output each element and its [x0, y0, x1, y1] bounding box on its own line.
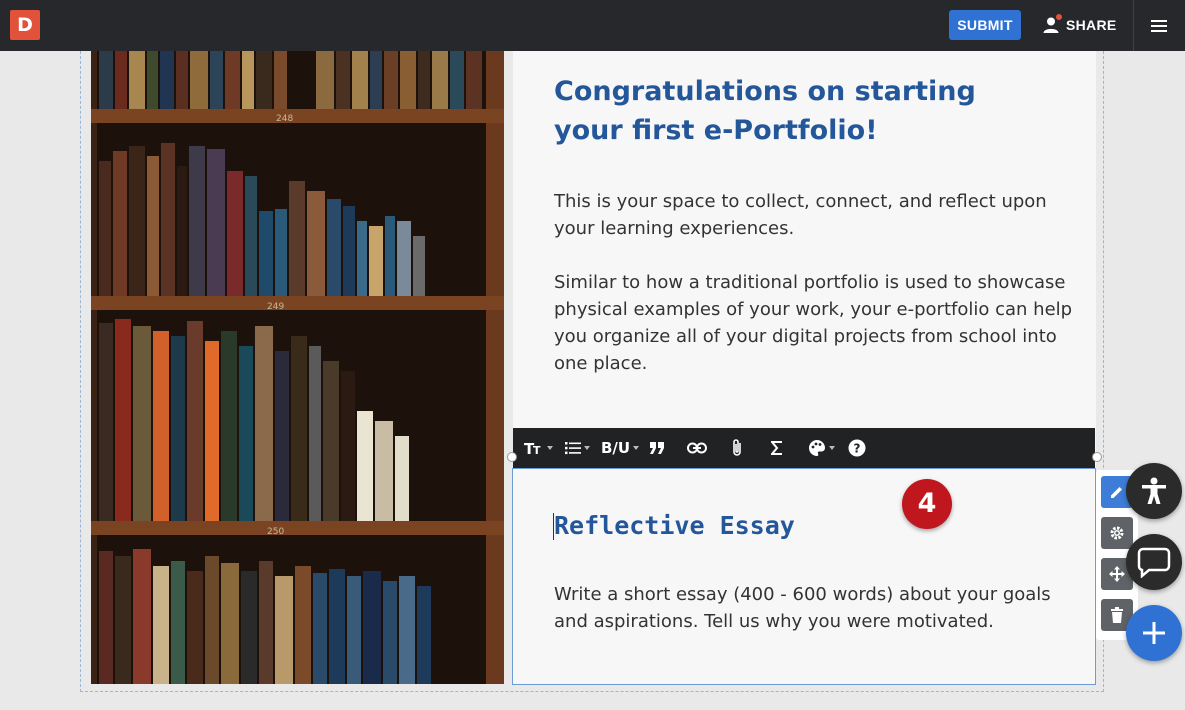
bookshelf-image: 248 249 250	[91, 51, 504, 684]
attachment-icon[interactable]	[731, 428, 743, 468]
resize-handle-left[interactable]	[507, 452, 517, 462]
bold-underline-label: B/U	[601, 439, 631, 457]
svg-text:250: 250	[267, 527, 284, 537]
editor-toolbar: TT B/U ?	[513, 428, 1095, 468]
person-icon	[1042, 14, 1062, 34]
chat-icon[interactable]	[1126, 534, 1182, 590]
add-plus-icon[interactable]	[1126, 605, 1182, 661]
topbar-divider	[1133, 0, 1134, 51]
app-logo[interactable]: D	[10, 10, 40, 40]
bold-underline-icon[interactable]: B/U	[601, 428, 640, 468]
intro-paragraph-2: Similar to how a traditional portfolio i…	[554, 272, 1073, 374]
help-icon[interactable]: ?	[848, 428, 866, 468]
quote-icon[interactable]	[650, 428, 664, 468]
essay-edit-block[interactable]	[512, 468, 1096, 685]
step-badge: 4	[902, 479, 952, 529]
color-palette-icon[interactable]	[808, 428, 835, 468]
intro-heading: Congratulations on starting your first e…	[554, 76, 976, 146]
submit-button[interactable]: SUBMIT	[949, 10, 1021, 40]
svg-text:?: ?	[854, 442, 861, 456]
link-icon[interactable]	[687, 428, 707, 468]
text-size-icon[interactable]: TT	[524, 428, 553, 468]
svg-text:T: T	[533, 444, 541, 456]
notification-dot	[1056, 14, 1062, 20]
sigma-equation-icon[interactable]	[771, 428, 783, 468]
list-icon[interactable]	[565, 428, 590, 468]
svg-text:248: 248	[276, 114, 293, 124]
share-button[interactable]: SHARE	[1042, 10, 1117, 40]
intro-paragraph-1: This is your space to collect, connect, …	[554, 191, 1047, 239]
settings-gear-icon[interactable]	[1101, 517, 1133, 549]
svg-text:249: 249	[267, 302, 284, 312]
resize-handle-right[interactable]	[1092, 452, 1102, 462]
essay-body[interactable]: Write a short essay (400 - 600 words) ab…	[554, 581, 1074, 635]
share-label: SHARE	[1066, 17, 1117, 33]
essay-title[interactable]: Reflective Essay	[554, 508, 795, 544]
hamburger-menu-icon[interactable]	[1146, 13, 1172, 39]
accessibility-icon[interactable]	[1126, 463, 1182, 519]
